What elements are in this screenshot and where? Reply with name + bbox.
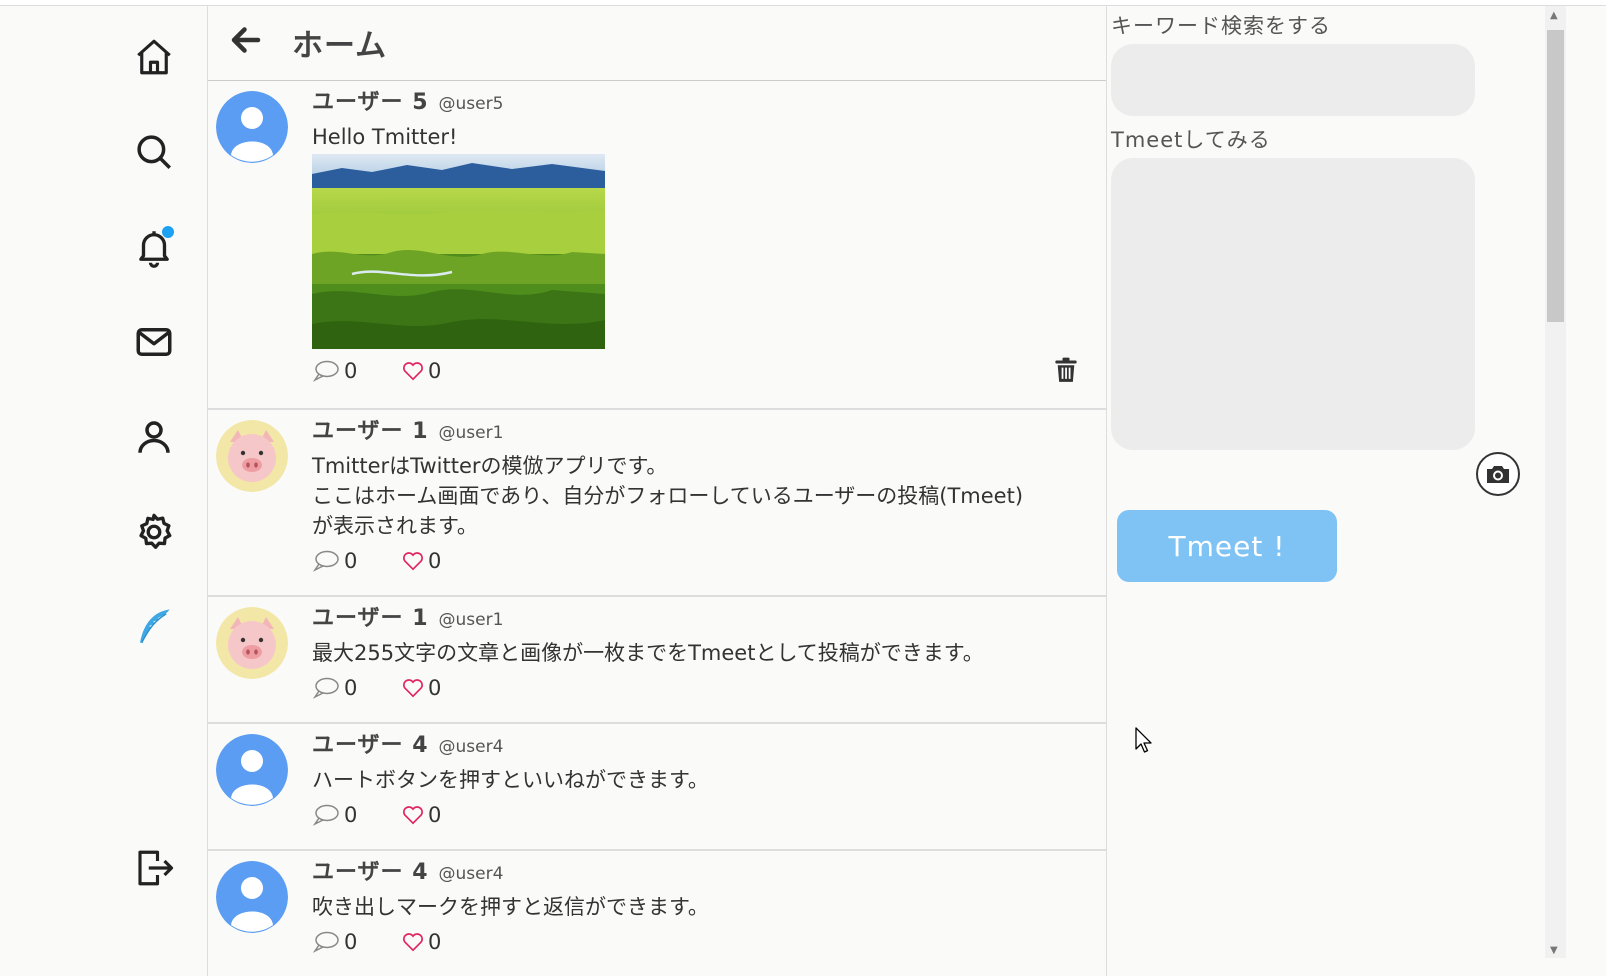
heart-icon [403,362,423,381]
tweet-card[interactable]: ユーザー 1 @user1 最大255文字の文章と画像が一枚までをTmeetとして… [208,597,1106,724]
tweet-text: Hello Tmitter! [312,125,458,149]
tmeet-label: Tmeetしてみる [1111,128,1271,152]
trash-icon[interactable] [1054,357,1078,383]
nav-home[interactable] [130,33,178,81]
like-button[interactable]: 0 [402,359,441,383]
mail-icon [136,328,172,356]
notification-dot [162,226,174,238]
feather-icon [140,609,170,644]
speech-bubble-icon [312,804,339,826]
tweet-text: 最大255文字の文章と画像が一枚までをTmeetとして投稿ができます。 [312,641,984,665]
reply-button[interactable]: 0 [312,359,357,383]
reply-count: 0 [344,359,358,383]
speech-bubble-icon [312,677,339,699]
person-avatar-icon [216,861,288,933]
speech-bubble-icon [312,360,339,382]
pig-avatar-icon [216,420,288,492]
avatar[interactable] [216,734,288,806]
search-icon [137,135,171,169]
tmeet-submit-button[interactable]: Tmeet ! [1117,510,1337,582]
speech-bubble-icon [312,550,339,572]
tweet-card[interactable]: ユーザー 5 @user5 Hello Tmitter! 0 0 [208,81,1106,410]
heart-icon [403,806,423,825]
tmeet-input[interactable] [1111,158,1475,450]
tweet-author-handle: @user4 [438,864,504,884]
tweet-author-handle: @user5 [438,94,504,114]
image-upload-button[interactable] [1476,452,1520,496]
heart-icon [403,679,423,698]
tweet-card[interactable]: ユーザー 1 @user1 TmitterはTwitterの模倣アプリです。 ここ… [208,410,1106,597]
tweet-text: TmitterはTwitterの模倣アプリです。 ここはホーム画面であり、自分が… [312,454,1024,538]
tweet-author-name[interactable]: ユーザー 1 [312,606,429,631]
person-avatar-icon [216,91,288,163]
scroll-down-arrow-icon[interactable]: ▼ [1550,945,1558,956]
nav-profile[interactable] [130,413,178,461]
right-panel: キーワード検索をする Tmeetしてみる Tmeet ! [1108,6,1548,976]
heart-icon [403,933,423,952]
person-icon [138,421,170,453]
reply-count: 0 [344,676,358,700]
pig-avatar-icon [216,607,288,679]
tweet-text: ハートボタンを押すといいねができます。 [312,768,709,792]
tweet-card[interactable]: ユーザー 4 @user4 吹き出しマークを押すと返信ができます。 0 0 [208,851,1106,976]
like-count: 0 [428,930,442,954]
avatar[interactable] [216,91,288,163]
tweet-author-name[interactable]: ユーザー 4 [312,733,429,758]
sidebar-nav [0,6,206,976]
page-title: ホーム [292,28,388,64]
like-button[interactable]: 0 [402,549,441,573]
gear-icon [139,513,172,549]
tweet-author-name[interactable]: ユーザー 1 [312,419,429,444]
avatar[interactable] [216,420,288,492]
page-scrollbar[interactable]: ▲ ▼ [1545,6,1566,958]
timeline-column: ホーム ユーザー 5 @user5 Hello Tmitter! 0 0 ユーザ… [207,6,1107,976]
speech-bubble-icon [312,931,339,953]
mouse-cursor-icon [1135,727,1152,753]
tweet-author-name[interactable]: ユーザー 4 [312,860,429,885]
search-label: キーワード検索をする [1111,14,1331,38]
reply-count: 0 [344,930,358,954]
nav-settings[interactable] [130,508,178,556]
camera-icon [1487,466,1509,483]
tweet-author-handle: @user1 [438,423,504,443]
reply-button[interactable]: 0 [312,930,357,954]
reply-count: 0 [344,549,358,573]
nav-compose[interactable] [130,603,178,651]
like-button[interactable]: 0 [402,803,441,827]
timeline-header: ホーム [208,6,1106,81]
reply-button[interactable]: 0 [312,676,357,700]
search-input[interactable] [1111,44,1475,116]
nav-messages[interactable] [130,318,178,366]
reply-button[interactable]: 0 [312,803,357,827]
scrollbar-thumb[interactable] [1547,30,1564,322]
tweet-text: 吹き出しマークを押すと返信ができます。 [312,895,709,919]
avatar[interactable] [216,861,288,933]
avatar[interactable] [216,607,288,679]
nav-logout[interactable] [130,844,178,892]
nav-notifications[interactable] [130,223,178,271]
tweet-author-handle: @user1 [438,610,504,630]
like-count: 0 [428,359,442,383]
tweet-image[interactable] [312,154,605,349]
like-count: 0 [428,549,442,573]
nav-search[interactable] [130,128,178,176]
like-button[interactable]: 0 [402,676,441,700]
back-arrow-icon[interactable] [228,22,264,58]
like-button[interactable]: 0 [402,930,441,954]
logout-icon [138,850,174,886]
heart-icon [403,552,423,571]
scroll-up-arrow-icon[interactable]: ▲ [1550,10,1558,21]
like-count: 0 [428,803,442,827]
tweet-card[interactable]: ユーザー 4 @user4 ハートボタンを押すといいねができます。 0 0 [208,724,1106,851]
tweet-author-handle: @user4 [438,737,504,757]
reply-count: 0 [344,803,358,827]
like-count: 0 [428,676,442,700]
tweet-author-name[interactable]: ユーザー 5 [312,90,429,115]
reply-button[interactable]: 0 [312,549,357,573]
home-icon [137,39,171,75]
person-avatar-icon [216,734,288,806]
